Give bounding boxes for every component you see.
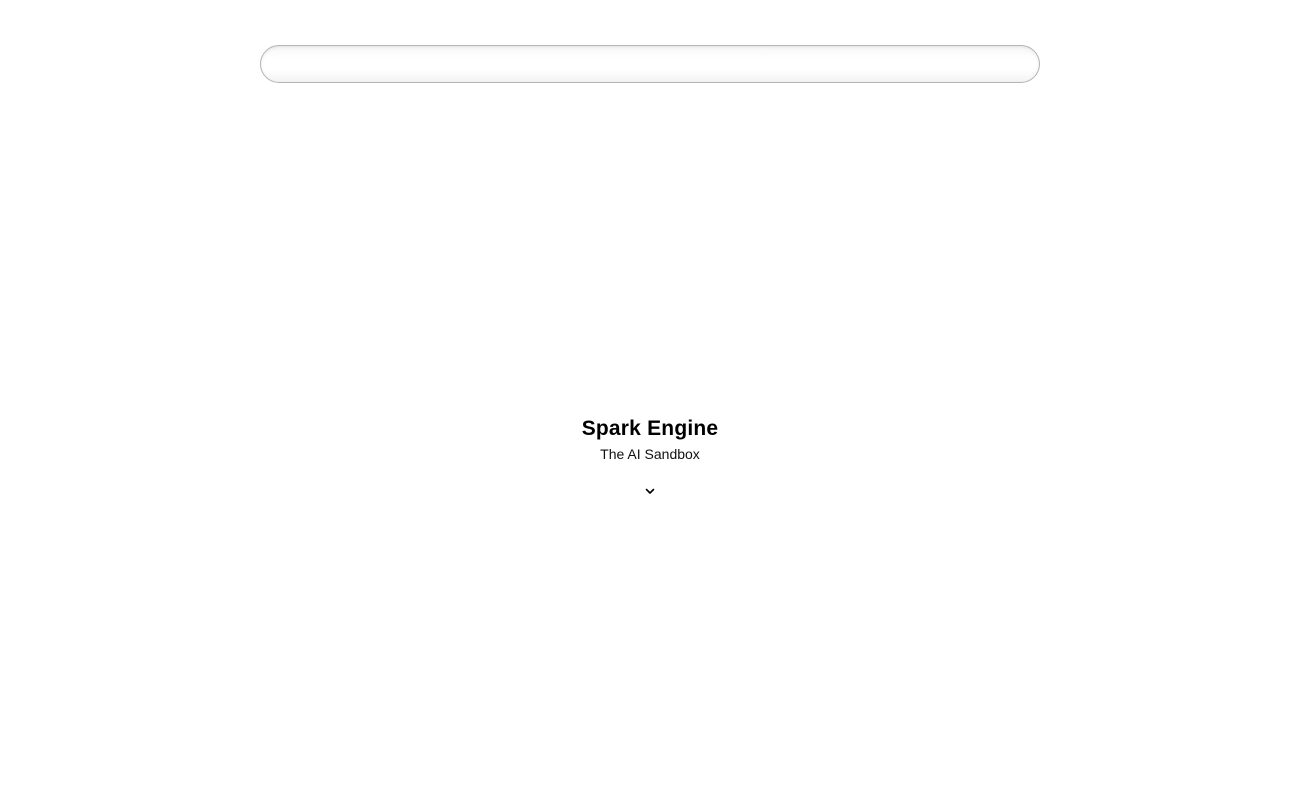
page-subtitle: The AI Sandbox [600,446,700,462]
search-bar [260,45,1040,83]
page-title: Spark Engine [581,417,719,440]
page: Spark Engine The AI Sandbox [0,0,1300,788]
search-input[interactable] [261,46,1039,82]
hero-section: Spark Engine The AI Sandbox [0,414,1300,464]
chevron-down-icon [645,488,655,494]
scroll-down-button[interactable] [640,482,660,500]
